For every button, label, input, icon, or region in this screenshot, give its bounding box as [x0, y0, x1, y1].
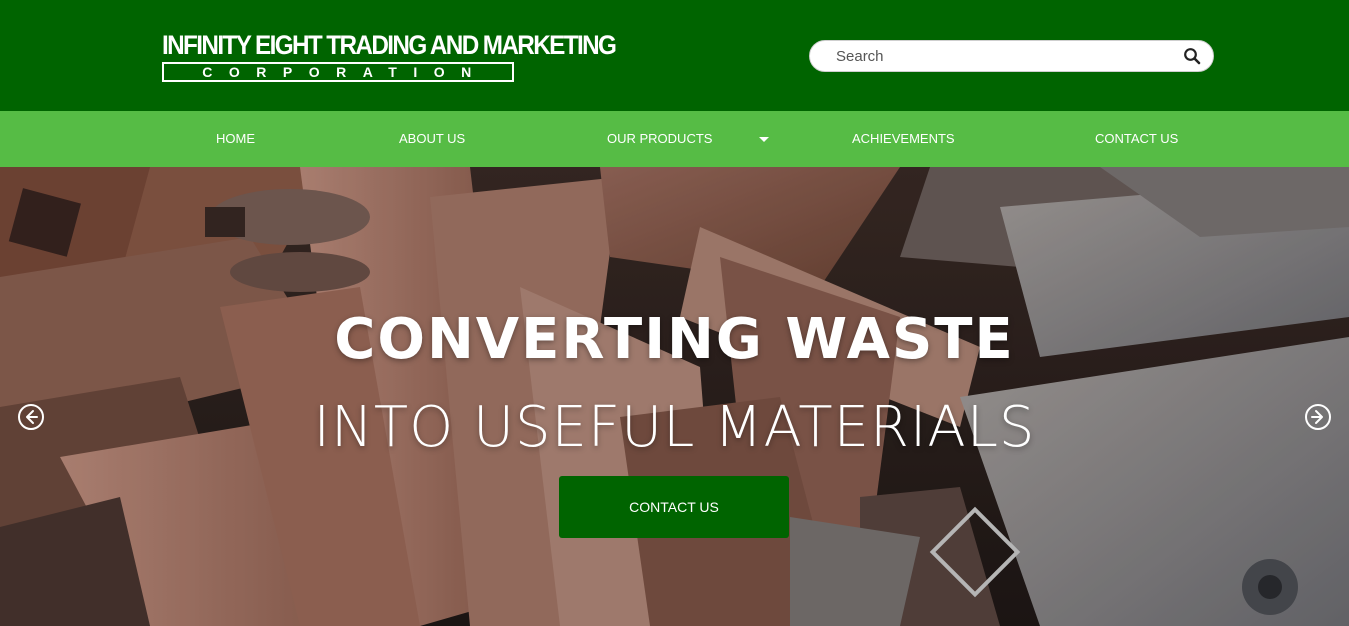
- main-nav: HOME ABOUT US OUR PRODUCTS ACHIEVEMENTS …: [0, 111, 1349, 167]
- hero-slider: CONVERTING WASTE INTO USEFUL MATERIALS C…: [0, 167, 1349, 626]
- arrow-left-circle-icon[interactable]: [17, 403, 45, 431]
- company-logo[interactable]: INFINITY EIGHT TRADING AND MARKETING COR…: [162, 30, 617, 82]
- nav-item-home[interactable]: HOME: [216, 111, 255, 167]
- hero-title: CONVERTING WASTE: [334, 307, 1015, 372]
- hero-contact-us-button[interactable]: CONTACT US: [559, 476, 789, 538]
- nav-item-our-products[interactable]: OUR PRODUCTS: [607, 111, 712, 167]
- search-bar: [809, 40, 1214, 72]
- logo-title: INFINITY EIGHT TRADING AND MARKETING: [162, 30, 617, 60]
- nav-item-about-us[interactable]: ABOUT US: [399, 111, 465, 167]
- search-icon[interactable]: [1183, 47, 1201, 65]
- search-input[interactable]: [836, 45, 1166, 67]
- logo-subtitle: CORPORATION: [162, 62, 514, 82]
- site-header: INFINITY EIGHT TRADING AND MARKETING COR…: [0, 0, 1349, 111]
- arrow-right-circle-icon[interactable]: [1304, 403, 1332, 431]
- hero-subtitle: INTO USEFUL MATERIALS: [313, 395, 1036, 460]
- nav-item-achievements[interactable]: ACHIEVEMENTS: [852, 111, 955, 167]
- nav-item-contact-us[interactable]: CONTACT US: [1095, 111, 1178, 167]
- caret-down-icon[interactable]: [759, 137, 769, 142]
